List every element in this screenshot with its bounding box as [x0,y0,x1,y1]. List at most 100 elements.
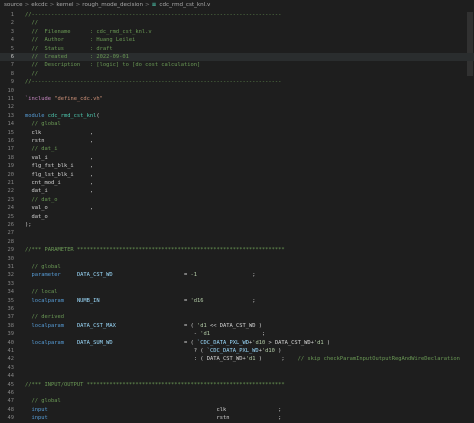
code-line[interactable]: 10 [0,87,474,95]
code-line[interactable]: 13 module cdc_rmd_cst_knl( [0,112,474,120]
code-line[interactable]: 14 // global [0,120,474,128]
line-number: 4 [10,37,14,44]
code-token: input [25,415,48,422]
line-number: 31 [7,264,15,270]
code-line[interactable]: 24 val_o , [0,204,474,212]
code-line[interactable]: 2 // [0,19,474,27]
code-line[interactable]: 3 // Filename : cdc_rmd_cst_knl.v [0,28,474,36]
code-line[interactable]: 20 flg_lst_blk_i , [0,171,474,179]
breadcrumb-item[interactable]: cdc_rmd_cst_knl.v [159,2,210,8]
code-token: > DATA_CST_WD+ [265,339,314,346]
code-line[interactable]: 12 [0,103,474,111]
line-number: 12 [7,104,15,111]
code-token: // Created : 2022-09-01 [25,54,129,60]
code-line[interactable]: 26); [0,221,474,229]
code-line[interactable]: 29 //*** PARAMETER **********************… [0,246,474,254]
code-line[interactable]: 6 // Created : 2022-09-01 [0,53,474,62]
code-token: ) [323,339,331,346]
line-number: 26 [7,222,15,228]
code-text: // [25,70,38,78]
code-line[interactable]: 35 localparam NUMB_IN = 'd16 ; [0,297,474,305]
breadcrumb-item[interactable]: source [4,2,23,8]
breadcrumb-item[interactable]: kernel [56,2,73,8]
code-line[interactable]: 40 localparam DATA_SUM_WD = ( `CDC_DATA_… [0,339,474,347]
code-line[interactable]: 1 //-------------------------------------… [0,11,474,19]
code-text: rstn , [25,137,93,145]
code-token: //--------------------------------------… [25,79,282,86]
code-line[interactable]: 49 input rstn ; [0,414,474,422]
line-number: 48 [7,406,15,413]
code-line[interactable]: 28 [0,238,474,246]
code-line[interactable]: 17 // dat_i [0,145,474,153]
code-line[interactable]: 15 clk , [0,129,474,137]
code-text: //*** INPUT/OUTPUT *********************… [25,381,285,389]
code-line[interactable]: 30 [0,255,474,263]
code-token: = [99,297,191,304]
code-line[interactable]: 43 [0,364,474,372]
code-line[interactable]: 36 [0,305,474,313]
code-text: localparam NUMB_IN = 'd16 ; [25,297,255,305]
code-line[interactable]: 46 [0,389,474,397]
code-line[interactable]: 37 // derived [0,313,474,321]
code-line[interactable]: 45 //*** INPUT/OUTPUT *******************… [0,381,474,389]
line-number: 38 [7,322,15,329]
code-line[interactable]: 38 localparam DATA_CST_MAX = ( 'd1 << DA… [0,322,474,330]
code-line[interactable]: 25 dat_o [0,213,474,221]
code-line[interactable]: 8 // [0,70,474,78]
code-token: DATA_CST_WD [76,272,113,279]
code-line[interactable]: 5 // Status : draft [0,45,474,53]
code-line[interactable]: 32 parameter DATA_CST_WD = -1 ; [0,271,474,279]
line-number: 47 [7,398,15,405]
code-line[interactable]: 31 // global [0,263,474,271]
line-number: 25 [7,213,15,220]
code-line[interactable]: 7 // Description : [logic] to [do cost c… [0,61,474,69]
code-text: // global [25,120,61,128]
code-line[interactable]: 19 flg_fst_blk_i , [0,162,474,170]
code-text: //*** PARAMETER ************************… [25,246,285,254]
code-line[interactable]: 27 [0,229,474,237]
line-number: 29 [7,247,15,254]
breadcrumb-item[interactable]: ekcdc [31,2,47,8]
code-text: clk , [25,129,93,137]
code-line[interactable]: 33 [0,280,474,288]
code-text: // dat_o [25,196,57,204]
code-line[interactable]: 21 cnt_mod_i , [0,179,474,187]
line-number: 7 [10,62,14,69]
code-token: //*** PARAMETER ************************… [25,247,285,254]
code-line[interactable]: 34 // local [0,288,474,296]
code-line[interactable]: 22 dat_i , [0,187,474,195]
code-token: ; [197,272,256,279]
code-line[interactable]: 47 // global [0,397,474,405]
code-line[interactable]: 42 : ( DATA_CST_WD+'d1 ) ; // skip check… [0,355,474,363]
code-editor[interactable]: 1 //-------------------------------------… [0,10,474,421]
code-line[interactable]: 39 - 'd1 ; [0,330,474,338]
code-token: // global [25,121,61,128]
line-number: 6 [10,54,14,60]
code-line[interactable]: 16 rstn , [0,137,474,145]
breadcrumb-item[interactable]: rough_mode_decision [82,2,143,8]
code-token: localparam [25,297,77,304]
code-text: dat_o [25,213,47,221]
code-text: // global [25,397,60,405]
code-line[interactable]: 44 [0,372,474,380]
line-number: 32 [7,272,15,279]
code-token: ; [210,331,266,338]
line-number: 27 [7,230,15,237]
code-line[interactable]: 41 ? ( `CDC_DATA_PXL_WD+'d10 ) [0,347,474,355]
code-line[interactable]: 48 input clk ; [0,406,474,414]
line-number: 41 [7,348,15,354]
line-number: 20 [7,171,15,178]
code-token: `include [25,96,55,102]
line-number: 34 [7,289,15,296]
code-line[interactable]: 11 `include "define_cdc.vh" [0,95,474,103]
line-number: 40 [7,339,15,346]
code-token: ) ; [255,356,298,363]
code-token: //--------------------------------------… [25,12,282,18]
code-line[interactable]: 23 // dat_o [0,196,474,204]
code-line[interactable]: 4 // Author : Huang Leilei [0,36,474,44]
code-line[interactable]: 18 val_i , [0,154,474,162]
code-line[interactable]: 9 //-------------------------------------… [0,78,474,86]
code-text: // dat_i [25,145,57,153]
code-text: flg_fst_blk_i , [25,162,93,170]
code-token: 'd16 [190,297,204,304]
